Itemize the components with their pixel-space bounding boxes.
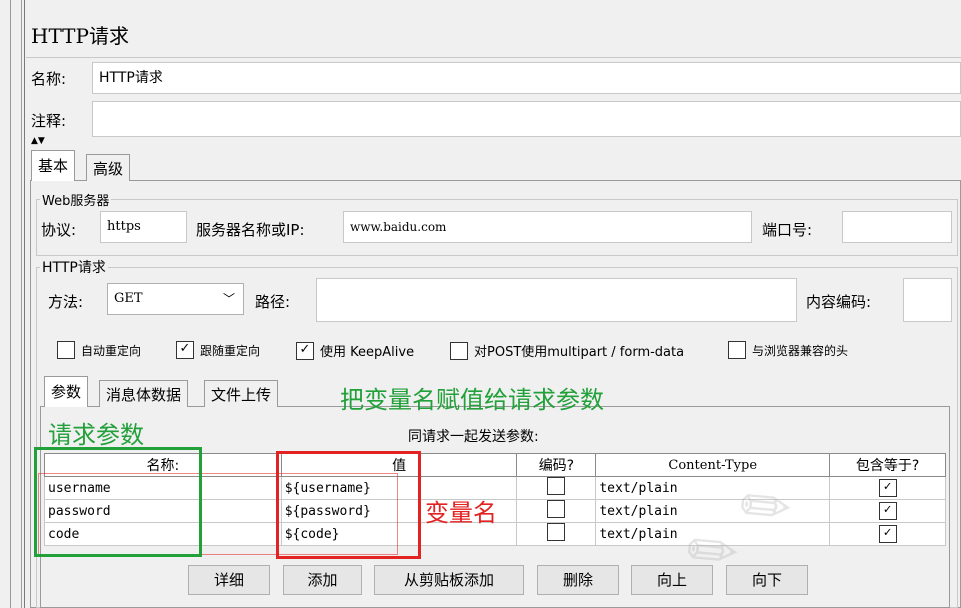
auto-redirect-label: 自动重定向 — [81, 343, 142, 358]
assign-variable-annotation: 把变量名赋值给请求参数 — [340, 386, 604, 414]
content-type-cell[interactable]: text/plain — [595, 476, 831, 500]
include-equals-checkbox[interactable]: ✓ — [878, 502, 897, 520]
params-caption: 同请求一起发送参数: — [408, 429, 539, 445]
method-value: GET — [114, 291, 143, 306]
include-equals-checkbox[interactable]: ✓ — [878, 479, 897, 497]
method-label: 方法: — [48, 293, 84, 311]
include-equals-cell[interactable]: ✓ — [829, 522, 946, 546]
encode-checkbox[interactable] — [547, 500, 566, 518]
keepalive-option[interactable]: ✓ 使用 KeepAlive — [296, 341, 414, 360]
include-equals-cell[interactable]: ✓ — [829, 499, 946, 523]
left-tree-strip — [0, 0, 22, 608]
browser-headers-option[interactable]: 与浏览器兼容的头 — [728, 341, 848, 359]
request-params-annotation: 请求参数 — [48, 421, 144, 449]
name-label: 名称: — [31, 70, 67, 88]
move-down-button[interactable]: 向下 — [726, 565, 808, 595]
port-input[interactable] — [842, 211, 952, 243]
encode-checkbox[interactable] — [547, 477, 566, 495]
follow-redirect-checkbox[interactable]: ✓ — [176, 341, 194, 359]
protocol-input[interactable]: https — [100, 211, 187, 243]
protocol-label: 协议: — [41, 221, 77, 239]
port-label: 端口号: — [762, 221, 813, 239]
move-up-button[interactable]: 向上 — [631, 565, 713, 595]
keepalive-checkbox[interactable]: ✓ — [296, 341, 314, 360]
add-button[interactable]: 添加 — [283, 565, 362, 595]
name-input[interactable]: HTTP请求 — [92, 62, 961, 94]
web-server-legend: Web服务器 — [40, 190, 112, 209]
encode-checkbox[interactable] — [547, 523, 566, 541]
path-label: 路径: — [255, 293, 291, 311]
method-select[interactable]: GET ﹀ — [107, 283, 244, 315]
auto-redirect-option[interactable]: 自动重定向 — [57, 341, 141, 359]
param-name-highlight-box — [34, 447, 202, 557]
tab-params[interactable]: 参数 — [44, 376, 89, 407]
server-input[interactable]: www.baidu.com — [343, 211, 752, 243]
browser-headers-checkbox[interactable] — [728, 341, 746, 359]
column-header-encode[interactable]: 编码? — [516, 453, 597, 477]
content-type-cell[interactable]: text/plain — [595, 499, 831, 523]
tab-basic[interactable]: 基本 — [31, 150, 76, 181]
tab-file-upload[interactable]: 文件上传 — [204, 380, 279, 407]
delete-button[interactable]: 删除 — [537, 565, 619, 595]
keepalive-label: 使用 KeepAlive — [320, 345, 415, 360]
multipart-label: 对POST使用multipart / form-data — [474, 345, 685, 360]
multipart-option[interactable]: 对POST使用multipart / form-data — [450, 341, 684, 360]
collapse-arrows-icon[interactable]: ▲▼ — [31, 137, 45, 146]
tab-advanced[interactable]: 高级 — [86, 154, 131, 181]
content-encoding-label: 内容编码: — [806, 293, 872, 311]
include-equals-checkbox[interactable]: ✓ — [878, 525, 897, 543]
include-equals-cell[interactable]: ✓ — [829, 476, 946, 500]
multipart-checkbox[interactable] — [450, 341, 468, 360]
chevron-down-icon: ﹀ — [222, 292, 235, 306]
path-input[interactable] — [316, 278, 797, 322]
encode-cell[interactable] — [516, 476, 597, 500]
add-from-clipboard-button[interactable]: 从剪贴板添加 — [374, 565, 524, 595]
server-label: 服务器名称或IP: — [196, 221, 305, 239]
encode-cell[interactable] — [516, 499, 597, 523]
comment-label: 注释: — [31, 112, 67, 130]
browser-headers-label: 与浏览器兼容的头 — [752, 343, 849, 358]
panel-title: HTTP请求 — [31, 24, 129, 48]
content-encoding-input[interactable] — [903, 278, 952, 322]
detail-button[interactable]: 详细 — [188, 565, 270, 595]
column-header-include-equals[interactable]: 包含等于? — [829, 453, 946, 477]
variable-name-annotation: 变量名 — [425, 499, 497, 527]
auto-redirect-checkbox[interactable] — [57, 341, 75, 359]
content-type-cell[interactable]: text/plain — [595, 522, 831, 546]
comment-input[interactable] — [92, 101, 961, 137]
column-header-content-type[interactable]: Content-Type — [595, 453, 831, 477]
tab-body-data[interactable]: 消息体数据 — [99, 380, 189, 407]
http-request-legend: HTTP请求 — [40, 257, 108, 277]
follow-redirect-option[interactable]: ✓ 跟随重定向 — [176, 341, 260, 359]
encode-cell[interactable] — [516, 522, 597, 546]
divider — [26, 57, 961, 58]
follow-redirect-label: 跟随重定向 — [200, 343, 261, 358]
